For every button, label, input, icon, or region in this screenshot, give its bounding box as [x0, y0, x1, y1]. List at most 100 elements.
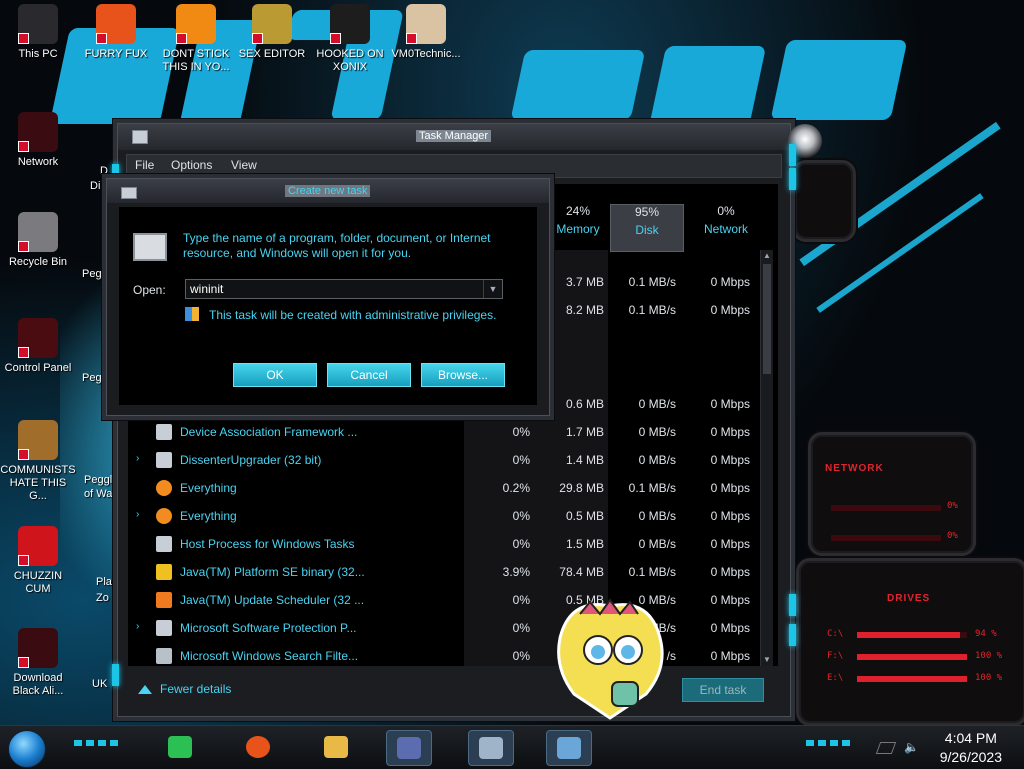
hxd-icon: [252, 4, 292, 44]
run-icon: [121, 187, 137, 199]
partial-desktop-label: Pegg: [82, 268, 108, 280]
vlc-icon: [176, 4, 216, 44]
menu-file[interactable]: File: [135, 158, 154, 172]
browse-button[interactable]: Browse...: [421, 363, 505, 387]
column-disk[interactable]: 95% Disk: [610, 204, 684, 252]
column-network[interactable]: 0% Network: [690, 204, 762, 250]
dialog-description: Type the name of a program, folder, docu…: [183, 231, 491, 260]
scroll-up-icon[interactable]: ▲: [763, 252, 771, 260]
shortcut-arrow-icon: [330, 33, 341, 44]
dialog-titlebar[interactable]: Create new task: [107, 179, 549, 203]
end-task-button[interactable]: End task: [682, 678, 764, 702]
process-name: Everything: [180, 509, 237, 523]
process-disk: 0 MB/s: [638, 453, 676, 467]
task-manager-icon: [132, 130, 148, 144]
network-widget-header: NETWORK: [825, 463, 884, 474]
drives-widget-header: DRIVES: [887, 593, 931, 604]
desktop-icon-label: Network: [17, 156, 59, 168]
process-network: 0 Mbps: [710, 621, 750, 635]
taskbar-button[interactable]: [236, 730, 280, 764]
drive-usage-percent: 100 %: [975, 673, 1003, 683]
open-input[interactable]: wininit: [190, 282, 223, 296]
shortcut-arrow-icon: [18, 241, 29, 252]
partial-desktop-label: Di: [90, 180, 101, 192]
expand-chevron-icon[interactable]: ›: [136, 453, 139, 464]
process-cpu: 3.9%: [502, 565, 530, 579]
process-row[interactable]: Everything 0.2% 29.8 MB 0.1 MB/s 0 Mbps: [128, 474, 758, 502]
desktop-icon[interactable]: Control Panel: [0, 318, 76, 375]
firefox-icon: [246, 736, 270, 758]
scroll-down-icon[interactable]: ▼: [763, 656, 771, 664]
process-disk: 0 MB/s: [638, 425, 676, 439]
desktop-icon[interactable]: COMMUNISTS HATE THIS G...: [0, 420, 76, 503]
process-name: DissenterUpgrader (32 bit): [180, 453, 322, 467]
desktop-icon[interactable]: Download Black Ali...: [0, 628, 76, 698]
taskbar-button[interactable]: [468, 730, 514, 766]
partial-desktop-label: Zo: [96, 592, 109, 604]
task-manager-titlebar[interactable]: Task Manager: [118, 124, 822, 158]
desktop-icon-label: Download Black Ali...: [12, 672, 64, 697]
process-disk: 0 MB/s: [638, 397, 676, 411]
scrollbar-thumb[interactable]: [763, 264, 771, 374]
desktop-icon[interactable]: Network: [0, 112, 76, 169]
clock[interactable]: 4:04 PM 9/26/2023: [940, 729, 1002, 767]
process-cpu: 0%: [512, 537, 530, 551]
process-network: 0 Mbps: [710, 565, 750, 579]
desktop-icon[interactable]: CHUZZIN CUM: [0, 526, 76, 596]
vertical-scrollbar[interactable]: ▲ ▼: [760, 250, 773, 666]
java-icon: [156, 564, 172, 580]
shortcut-arrow-icon: [176, 33, 187, 44]
speaker-icon[interactable]: 🔈: [904, 740, 919, 754]
chevron-down-icon[interactable]: ▼: [483, 280, 502, 298]
disk-label: Disk: [635, 223, 659, 237]
process-network: 0 Mbps: [710, 397, 750, 411]
desktop-icon-label: DONT STICK THIS IN YO...: [162, 48, 230, 73]
task-manager-footer: Fewer details End task: [118, 668, 790, 716]
process-row[interactable]: Java(TM) Platform SE binary (32... 3.9% 78…: [128, 558, 758, 586]
process-name: Java(TM) Platform SE binary (32...: [180, 565, 365, 579]
file-explorer-icon: [324, 736, 348, 758]
shortcut-arrow-icon: [252, 33, 263, 44]
process-row[interactable]: Host Process for Windows Tasks 0% 1.5 MB 0 …: [128, 530, 758, 558]
run-dialog-icon: [557, 737, 581, 759]
desktop-icon[interactable]: Recycle Bin: [0, 212, 76, 269]
column-memory[interactable]: 24% Memory: [542, 204, 614, 250]
process-network: 0 Mbps: [710, 275, 750, 289]
expand-chevron-icon[interactable]: ›: [136, 621, 139, 632]
expand-chevron-icon[interactable]: ›: [136, 509, 139, 520]
process-network: 0 Mbps: [710, 537, 750, 551]
partial-desktop-label: D: [100, 165, 108, 177]
desktop-icon-label: FURRY FUX: [84, 48, 148, 60]
desktop-icon[interactable]: HOOKED ON XONIX: [312, 4, 388, 74]
shortcut-arrow-icon: [18, 347, 29, 358]
desktop-icon[interactable]: This PC: [0, 4, 76, 61]
process-row[interactable]: Device Association Framework ... 0% 1.7 MB…: [128, 418, 758, 446]
desktop-icon[interactable]: FURRY FUX: [78, 4, 154, 61]
process-cpu: 0%: [512, 453, 530, 467]
taskbar-button[interactable]: [546, 730, 592, 766]
taskbar-button[interactable]: [386, 730, 432, 766]
drive-usage-bar: [857, 632, 967, 638]
menu-options[interactable]: Options: [171, 158, 212, 172]
search-filter-icon: [156, 648, 172, 664]
start-button[interactable]: [8, 730, 46, 768]
memory-label: Memory: [556, 222, 600, 236]
process-row[interactable]: › DissenterUpgrader (32 bit) 0% 1.4 MB 0 MB/…: [128, 446, 758, 474]
desktop-icon[interactable]: DONT STICK THIS IN YO...: [158, 4, 234, 74]
shortcut-arrow-icon: [18, 449, 29, 460]
desktop-icon[interactable]: VM0Technic...: [388, 4, 464, 61]
desktop-icon[interactable]: SEX EDITOR: [234, 4, 310, 61]
cancel-button[interactable]: Cancel: [327, 363, 411, 387]
fewer-details-button[interactable]: Fewer details: [138, 682, 231, 696]
taskbar-button[interactable]: [158, 730, 202, 764]
tray-overflow-icon[interactable]: [875, 742, 897, 754]
process-icon: [156, 424, 172, 440]
clock-date: 9/26/2023: [939, 749, 1002, 765]
open-combobox[interactable]: wininit ▼: [185, 279, 503, 299]
taskbar-button[interactable]: [314, 730, 358, 764]
menu-view[interactable]: View: [231, 158, 257, 172]
create-new-task-dialog[interactable]: Create new task Type the name of a progr…: [106, 178, 550, 416]
process-row[interactable]: › Everything 0% 0.5 MB 0 MB/s 0 Mbps: [128, 502, 758, 530]
ok-button[interactable]: OK: [233, 363, 317, 387]
chuzzle-icon: [18, 526, 58, 566]
